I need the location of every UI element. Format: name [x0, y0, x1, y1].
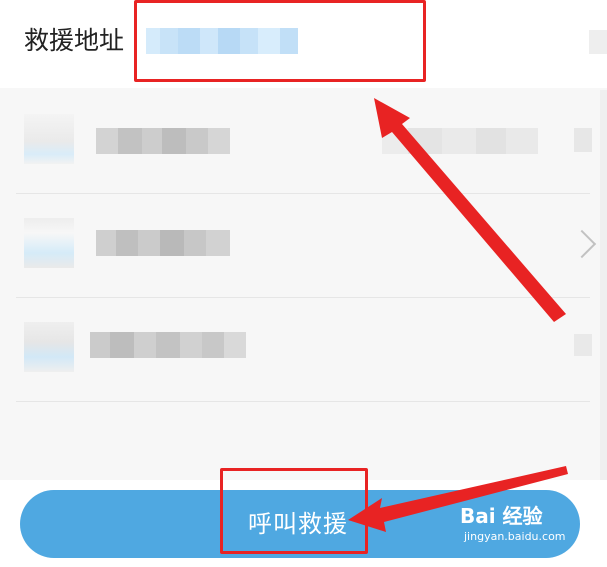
watermark-url: jingyan.baidu.com [464, 530, 566, 543]
item-trailing-blurred [574, 128, 592, 152]
rescue-address-label: 救援地址 [24, 26, 125, 55]
item-icon-blurred [24, 218, 74, 268]
chevron-right-icon [567, 229, 597, 259]
item-trailing-blurred [574, 334, 592, 356]
item-icon-blurred [24, 114, 74, 164]
item-icon-blurred [24, 322, 74, 372]
item-text-blurred [90, 330, 246, 360]
item-detail-blurred [382, 126, 538, 156]
list-item[interactable] [0, 298, 600, 402]
watermark-brand: Bai 经验 [460, 504, 543, 528]
item-text-blurred [96, 228, 230, 258]
side-scroll-edge [600, 90, 607, 480]
button-highlight-box [220, 468, 368, 554]
divider [16, 401, 590, 402]
item-text-blurred [96, 126, 230, 156]
address-highlight-box [134, 0, 426, 82]
baidu-jingyan-watermark: Bai 经验 jingyan.baidu.com [460, 500, 580, 550]
header-right-blurred [589, 30, 607, 54]
list-item[interactable] [0, 90, 600, 194]
list-item[interactable] [0, 194, 600, 298]
